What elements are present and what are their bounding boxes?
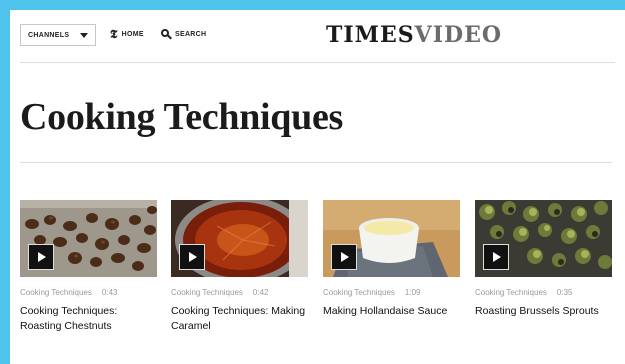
title-divider: [20, 162, 612, 163]
video-meta: Cooking Techniques 0:42: [171, 288, 268, 297]
video-duration: 1:09: [404, 288, 421, 297]
page-title: Cooking Techniques: [20, 96, 344, 138]
video-duration: 0:35: [556, 288, 573, 297]
video-channel[interactable]: Cooking Techniques: [171, 288, 243, 297]
chevron-down-icon: [80, 33, 88, 38]
brand-video: VIDEO: [414, 22, 503, 48]
video-meta: Cooking Techniques 1:09: [323, 288, 420, 297]
video-thumbnail[interactable]: [20, 200, 157, 277]
video-channel[interactable]: Cooking Techniques: [475, 288, 547, 297]
video-meta: Cooking Techniques 0:43: [20, 288, 117, 297]
video-title[interactable]: Making Hollandaise Sauce: [323, 304, 463, 319]
play-icon[interactable]: [179, 244, 205, 270]
video-title[interactable]: Cooking Techniques: Making Caramel: [171, 304, 311, 334]
channels-dropdown[interactable]: CHANNELS: [20, 24, 96, 46]
video-thumbnail[interactable]: [171, 200, 308, 277]
search-icon: [161, 29, 172, 40]
video-title[interactable]: Roasting Brussels Sprouts: [475, 304, 615, 319]
video-meta: Cooking Techniques 0:35: [475, 288, 572, 297]
times-video-logo[interactable]: TIMESVIDEO: [326, 22, 502, 48]
video-thumbnail[interactable]: [323, 200, 460, 277]
play-icon[interactable]: [28, 244, 54, 270]
header-divider: [20, 62, 615, 63]
video-channel[interactable]: Cooking Techniques: [20, 288, 92, 297]
brand-times: TIMES: [326, 22, 415, 48]
video-duration: 0:43: [101, 288, 118, 297]
search-label: SEARCH: [175, 30, 207, 38]
video-channel[interactable]: Cooking Techniques: [323, 288, 395, 297]
video-thumbnail[interactable]: [475, 200, 612, 277]
play-icon[interactable]: [483, 244, 509, 270]
nyt-t-logo-icon: 𝕿: [110, 27, 118, 41]
play-icon[interactable]: [331, 244, 357, 270]
home-label: HOME: [121, 30, 144, 38]
page: CHANNELS 𝕿 HOME SEARCH TIMESVIDEO Cookin…: [10, 10, 625, 364]
video-duration: 0:42: [252, 288, 269, 297]
home-link[interactable]: 𝕿 HOME: [110, 27, 144, 41]
search-link[interactable]: SEARCH: [161, 29, 207, 40]
video-title[interactable]: Cooking Techniques: Roasting Chestnuts: [20, 304, 160, 334]
channels-label: CHANNELS: [28, 31, 70, 39]
header: CHANNELS 𝕿 HOME SEARCH TIMESVIDEO: [10, 10, 625, 62]
